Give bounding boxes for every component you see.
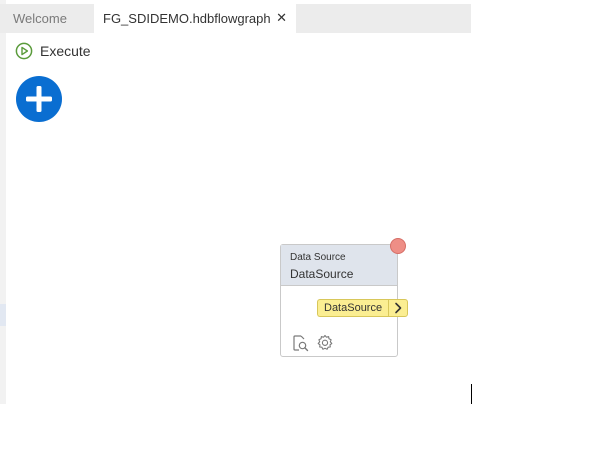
output-port-label: DataSource bbox=[317, 299, 389, 317]
settings-icon[interactable] bbox=[316, 334, 334, 352]
play-circle-icon bbox=[15, 42, 33, 60]
node-name-label: DataSource bbox=[290, 267, 354, 281]
close-icon[interactable]: ✕ bbox=[276, 10, 287, 26]
tab-flowgraph[interactable]: FG_SDIDEMO.hdbflowgraph ✕ bbox=[94, 4, 296, 33]
flowgraph-editor-window: Welcome FG_SDIDEMO.hdbflowgraph ✕ Execut… bbox=[0, 0, 600, 462]
output-port[interactable]: DataSource bbox=[317, 299, 409, 317]
tab-flowgraph-label: FG_SDIDEMO.hdbflowgraph bbox=[103, 11, 271, 26]
tab-welcome[interactable]: Welcome bbox=[4, 4, 94, 33]
node-header[interactable]: Data Source DataSource bbox=[281, 245, 397, 286]
chevron-right-icon[interactable] bbox=[388, 299, 409, 317]
text-cursor bbox=[471, 384, 472, 404]
tab-welcome-label: Welcome bbox=[13, 11, 67, 26]
preview-icon[interactable] bbox=[291, 334, 309, 352]
add-node-button[interactable] bbox=[16, 76, 62, 122]
datasource-node[interactable]: Data Source DataSource DataSource bbox=[280, 238, 409, 357]
error-status-indicator bbox=[390, 238, 406, 254]
execute-button[interactable]: Execute bbox=[15, 41, 91, 61]
editor-tab-bar: Welcome FG_SDIDEMO.hdbflowgraph ✕ bbox=[0, 4, 471, 33]
node-type-label: Data Source bbox=[290, 252, 346, 263]
flowgraph-canvas[interactable]: Execute Data Source DataSource DataSourc… bbox=[6, 33, 471, 404]
execute-label: Execute bbox=[40, 43, 91, 59]
